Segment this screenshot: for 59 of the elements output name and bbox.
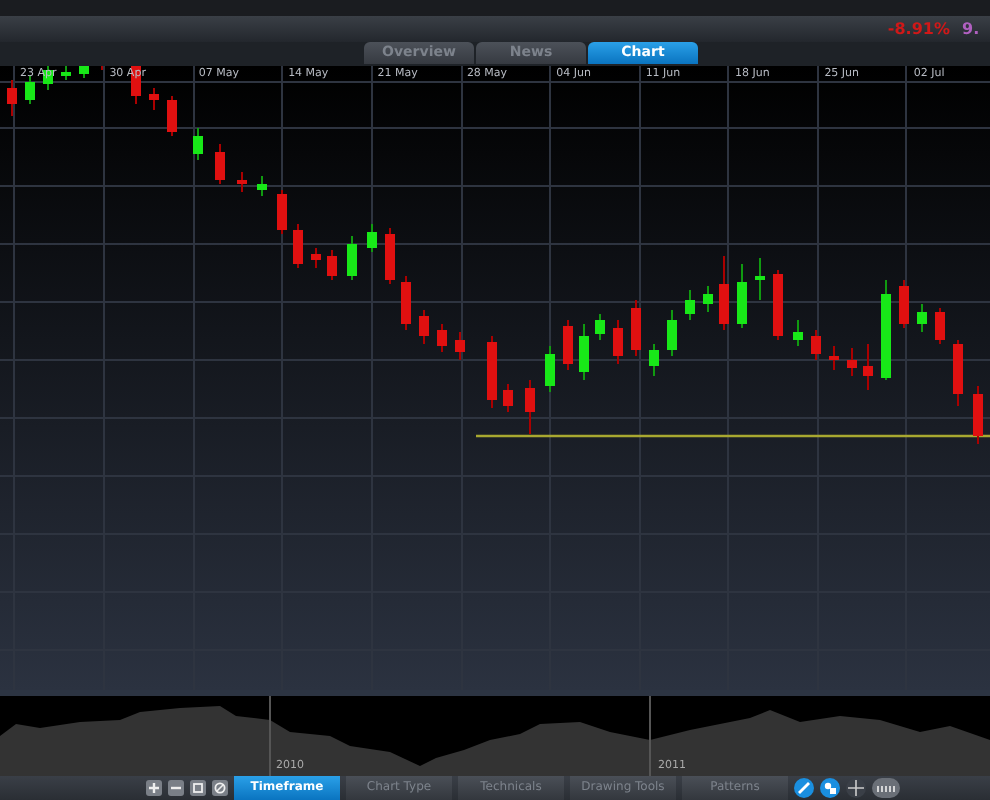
- candle: [327, 248, 337, 281]
- candle: [899, 278, 909, 329]
- candle: [793, 318, 803, 347]
- candle: [737, 262, 747, 329]
- zoom-in-icon[interactable]: [146, 779, 162, 796]
- candle: [237, 170, 247, 193]
- candle: [917, 302, 927, 333]
- candle: [811, 328, 821, 361]
- candle: [595, 312, 605, 341]
- candle: [719, 254, 729, 331]
- candle: [455, 330, 465, 361]
- candle: [863, 342, 873, 391]
- candle: [685, 288, 695, 321]
- candle: [545, 344, 555, 393]
- candle: [437, 322, 447, 353]
- zoom-out-icon[interactable]: [168, 779, 184, 796]
- candle: [881, 278, 891, 381]
- candle: [7, 78, 17, 117]
- shapes-icon[interactable]: [820, 777, 840, 798]
- candle: [631, 298, 641, 357]
- candle: [953, 338, 963, 407]
- candle: [487, 334, 497, 409]
- candle: [935, 306, 945, 345]
- crosshair-icon[interactable]: [846, 777, 866, 798]
- candle: [401, 274, 411, 331]
- candle: [419, 308, 429, 345]
- candle: [347, 234, 357, 281]
- candle: [703, 284, 713, 313]
- candle: [277, 188, 287, 235]
- price-value: 9.: [962, 19, 982, 38]
- candle: [579, 322, 589, 381]
- price-change: -8.91%: [887, 19, 950, 38]
- settings-icon[interactable]: [212, 779, 228, 796]
- candle: [503, 382, 513, 413]
- candle: [367, 222, 377, 253]
- candle: [149, 86, 159, 111]
- candle: [215, 142, 225, 185]
- candle: [79, 65, 89, 79]
- candle: [973, 384, 983, 445]
- candle: [847, 346, 857, 377]
- candle: [61, 65, 71, 81]
- candle: [25, 74, 35, 105]
- candle: [311, 246, 321, 269]
- candle: [755, 256, 765, 301]
- candle: [667, 308, 677, 357]
- candle: [293, 222, 303, 269]
- candle: [385, 226, 395, 285]
- candle: [649, 342, 659, 377]
- candle: [563, 318, 573, 371]
- pencil-icon[interactable]: [794, 777, 814, 798]
- candle: [773, 268, 783, 341]
- candle: [167, 94, 177, 137]
- candle: [193, 126, 203, 161]
- candle: [829, 344, 839, 371]
- candle: [525, 378, 535, 435]
- candle: [257, 174, 267, 197]
- ruler-icon[interactable]: [872, 777, 900, 798]
- reset-icon[interactable]: [190, 779, 206, 796]
- candle: [613, 318, 623, 365]
